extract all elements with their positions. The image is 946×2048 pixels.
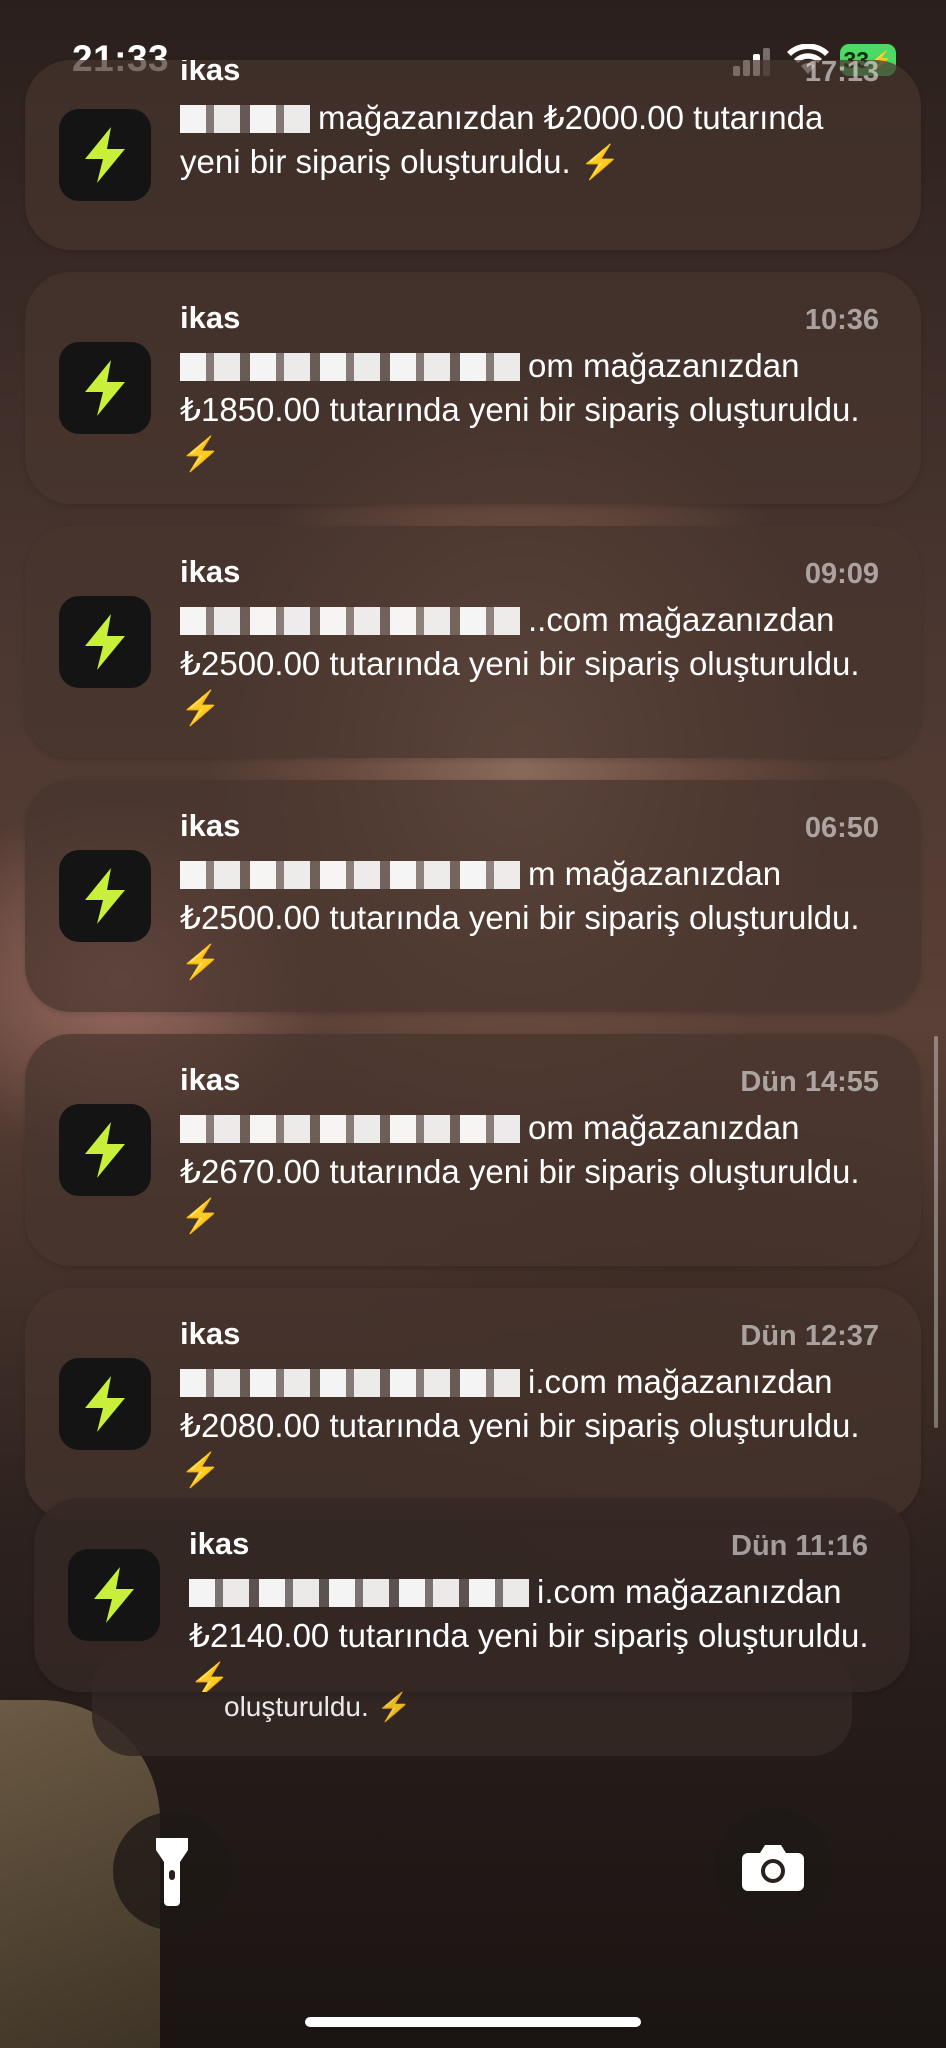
redacted-store-name: [180, 353, 520, 381]
scroll-indicator: [934, 1036, 938, 1428]
notification-card[interactable]: ikas Dün 11:16 i.com mağazanızdan ₺2140.00…: [34, 1498, 910, 1692]
notification-timestamp: Dün 12:37: [740, 1320, 879, 1352]
notification-card[interactable]: ikas Dün 12:37 i.com mağazanızdan ₺2080.00…: [25, 1288, 921, 1520]
app-icon: [68, 1549, 160, 1641]
notification-timestamp: Dün 11:16: [731, 1530, 868, 1562]
redacted-store-name: [180, 607, 520, 635]
app-icon: [59, 1358, 151, 1450]
notification-app-name: ikas: [180, 1316, 241, 1351]
notification-timestamp: 09:09: [804, 558, 879, 590]
notification-card[interactable]: ikas 06:50 m mağazanızdan ₺2500.00 tutarın…: [25, 780, 921, 1012]
lightning-bolt-icon: [85, 868, 125, 924]
app-icon: [59, 850, 151, 942]
app-icon: [59, 109, 151, 201]
flashlight-icon: [156, 1838, 188, 1906]
camera-icon: [742, 1845, 804, 1891]
notification-body: om mağazanızdan ₺1850.00 tutarında yeni …: [180, 344, 870, 476]
redacted-store-name: [189, 1579, 529, 1607]
lightning-bolt-icon: [85, 1376, 125, 1432]
home-indicator[interactable]: [305, 2017, 641, 2027]
notification-body: mağazanızdan ₺2000.00 tutarında yeni bir…: [180, 96, 870, 184]
notification-app-name: ikas: [180, 60, 241, 87]
redacted-store-name: [180, 1115, 520, 1143]
camera-button[interactable]: [714, 1808, 832, 1926]
lightning-bolt-icon: [85, 360, 125, 416]
notification-timestamp: 10:36: [804, 304, 879, 336]
notification-app-name: ikas: [180, 808, 241, 843]
notification-card[interactable]: ikas 17:13 mağazanızdan ₺2000.00 tutarında…: [25, 60, 921, 250]
notification-app-name: ikas: [189, 1526, 250, 1561]
notification-body: om mağazanızdan ₺2670.00 tutarında yeni …: [180, 1106, 870, 1238]
notification-timestamp: 06:50: [804, 812, 879, 844]
notification-card[interactable]: ikas 09:09 ..com mağazanızdan ₺2500.00 tut…: [25, 526, 921, 758]
notification-app-name: ikas: [180, 554, 241, 589]
lightning-bolt-icon: [94, 1567, 134, 1623]
lightning-bolt-icon: [85, 1122, 125, 1178]
notification-body: i.com mağazanızdan ₺2140.00 tutarında ye…: [189, 1570, 879, 1692]
lightning-bolt-icon: [85, 614, 125, 670]
app-icon: [59, 1104, 151, 1196]
notification-timestamp: Dün 14:55: [740, 1066, 879, 1098]
redacted-store-name: [180, 861, 520, 889]
notification-body: i.com mağazanızdan ₺2080.00 tutarında ye…: [180, 1360, 870, 1492]
notification-app-name: ikas: [180, 300, 241, 335]
notification-body: ..com mağazanızdan ₺2500.00 tutarında ye…: [180, 598, 870, 730]
lightning-bolt-icon: [85, 127, 125, 183]
notification-stack-text: oluşturuldu. ⚡: [224, 1691, 412, 1722]
flashlight-button[interactable]: [113, 1812, 231, 1930]
redacted-store-name: [180, 1369, 520, 1397]
notification-card[interactable]: ikas 10:36 om mağazanızdan ₺1850.00 tutarı…: [25, 272, 921, 504]
redacted-store-name: [180, 105, 310, 133]
app-icon: [59, 596, 151, 688]
notification-app-name: ikas: [180, 1062, 241, 1097]
notification-body: m mağazanızdan ₺2500.00 tutarında yeni b…: [180, 852, 870, 984]
notification-card[interactable]: ikas Dün 14:55 om mağazanızdan ₺2670.00 tu…: [25, 1034, 921, 1266]
app-icon: [59, 342, 151, 434]
notification-timestamp: 17:13: [804, 60, 879, 88]
